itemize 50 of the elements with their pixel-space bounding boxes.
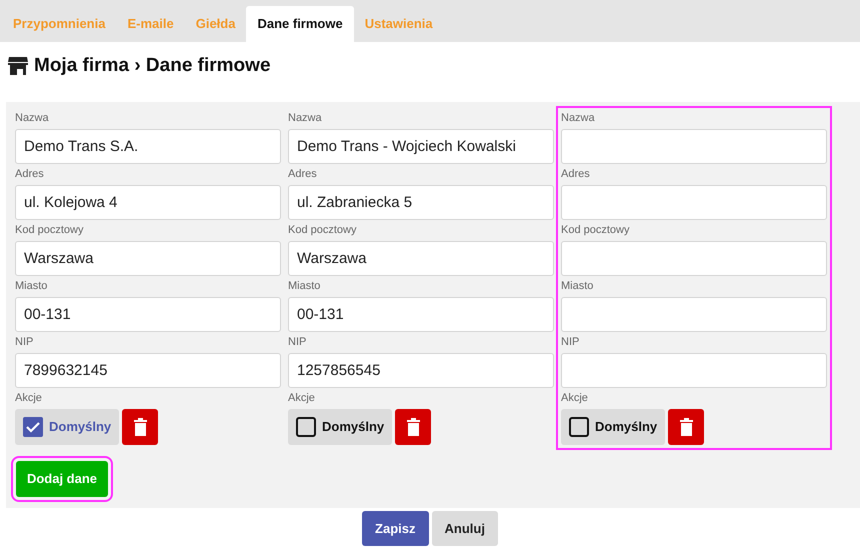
checkbox-icon xyxy=(569,417,589,437)
field-label: Akcje xyxy=(561,391,589,406)
field-label: Miasto xyxy=(15,279,48,294)
default-checkbox[interactable]: Domyślny xyxy=(15,409,120,445)
delete-button[interactable] xyxy=(395,409,432,445)
text-field[interactable]: Warszawa xyxy=(288,241,554,276)
tab[interactable]: Dane firmowe xyxy=(246,6,354,42)
default-checkbox[interactable]: Domyślny xyxy=(288,409,392,445)
field-label: Kod pocztowy xyxy=(561,223,630,238)
text-field[interactable] xyxy=(561,185,827,220)
field-label: Miasto xyxy=(561,279,594,294)
text-field[interactable] xyxy=(561,129,827,164)
text-field[interactable]: 1257856545 xyxy=(288,353,554,388)
default-checkbox[interactable]: Domyślny xyxy=(561,409,666,445)
field-label: Kod pocztowy xyxy=(15,223,84,238)
delete-button[interactable] xyxy=(122,409,158,445)
field-label: Kod pocztowy xyxy=(288,223,358,238)
field-label: Akcje xyxy=(15,391,43,406)
field-label: Adres xyxy=(561,167,591,182)
field-label: Adres xyxy=(15,167,45,182)
text-field[interactable]: 7899632145 xyxy=(15,353,281,388)
text-field[interactable]: Demo Trans - Wojciech Kowalski xyxy=(288,129,554,164)
field-label: Adres xyxy=(288,167,318,182)
text-field[interactable]: Warszawa xyxy=(15,241,281,276)
store-icon xyxy=(8,57,28,75)
text-field[interactable]: ul. Zabraniecka 5 xyxy=(288,185,554,220)
field-label: NIP xyxy=(288,335,308,350)
text-field[interactable]: 00-131 xyxy=(15,297,281,332)
field-label: NIP xyxy=(15,335,34,350)
text-field[interactable]: Demo Trans S.A. xyxy=(15,129,281,164)
text-field[interactable] xyxy=(561,353,827,388)
checkbox-checked-icon xyxy=(23,417,43,437)
cancel-button[interactable]: Anuluj xyxy=(432,511,498,546)
text-field[interactable]: 00-131 xyxy=(288,297,554,332)
trash-icon xyxy=(680,418,693,436)
field-label: Nazwa xyxy=(288,111,323,126)
field-label: NIP xyxy=(561,335,580,350)
delete-button[interactable] xyxy=(668,409,704,445)
text-field[interactable]: ul. Kolejowa 4 xyxy=(15,185,281,220)
checkbox-icon xyxy=(296,417,316,437)
field-label: Nazwa xyxy=(561,111,596,126)
field-label: Akcje xyxy=(288,391,316,406)
save-button[interactable]: Zapisz xyxy=(362,511,429,546)
field-label: Nazwa xyxy=(15,111,50,126)
trash-icon xyxy=(406,418,420,436)
text-field[interactable] xyxy=(561,297,827,332)
field-label: Miasto xyxy=(288,279,322,294)
page-title: Moja firma › Dane firmowe xyxy=(34,54,271,78)
text-field[interactable] xyxy=(561,241,827,276)
trash-icon xyxy=(134,418,147,436)
